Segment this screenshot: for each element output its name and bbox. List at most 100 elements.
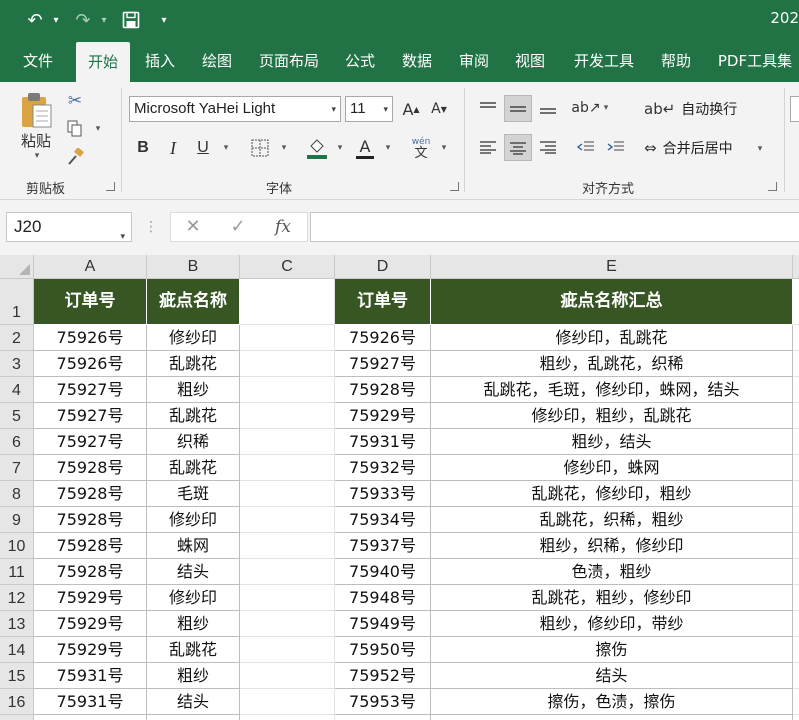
shrink-font-icon[interactable]: A ▼ xyxy=(428,97,450,121)
merge-dropdown-icon[interactable]: ▾ xyxy=(754,141,766,157)
row-header[interactable]: 4 xyxy=(0,377,34,403)
enter-icon[interactable]: ✓ xyxy=(225,212,251,242)
empty-cell[interactable] xyxy=(240,559,335,585)
order-no-cell[interactable]: 75926号 xyxy=(335,325,431,351)
empty-cell[interactable] xyxy=(240,689,335,715)
row-header[interactable]: 8 xyxy=(0,481,34,507)
fill-color-icon[interactable] xyxy=(304,134,330,162)
copy-dropdown-icon[interactable]: ▾ xyxy=(92,122,104,136)
order-no-cell[interactable]: 75937号 xyxy=(335,533,431,559)
defect-name-cell[interactable]: 修纱印 xyxy=(147,585,240,611)
empty-cell[interactable] xyxy=(793,279,799,325)
empty-cell[interactable] xyxy=(240,611,335,637)
order-no-cell[interactable]: 75929号 xyxy=(34,585,147,611)
row-header[interactable]: 10 xyxy=(0,533,34,559)
order-no-cell[interactable]: 75931号 xyxy=(335,429,431,455)
number-format-select[interactable] xyxy=(790,96,799,122)
defect-summary-cell[interactable]: 擦伤，色渍，擦伤 xyxy=(431,689,793,715)
order-no-cell[interactable]: 75926号 xyxy=(34,325,147,351)
order-no-cell[interactable]: 75948号 xyxy=(335,585,431,611)
row-header[interactable]: 9 xyxy=(0,507,34,533)
header-cell-defect-name[interactable]: 疵点名称 xyxy=(147,279,240,325)
increase-indent-icon[interactable] xyxy=(604,135,628,159)
defect-name-cell[interactable]: 粗纱 xyxy=(147,611,240,637)
empty-cell[interactable] xyxy=(240,481,335,507)
redo-icon[interactable]: ↷ xyxy=(70,8,96,32)
save-icon[interactable] xyxy=(118,8,144,32)
row-header[interactable]: 7 xyxy=(0,455,34,481)
order-no-cell[interactable]: 75940号 xyxy=(335,559,431,585)
row-header[interactable] xyxy=(0,715,34,720)
insert-function-icon[interactable]: fx xyxy=(268,212,298,242)
defect-summary-cell[interactable]: 修纱印，乱跳花 xyxy=(431,325,793,351)
order-no-cell[interactable]: 75929号 xyxy=(34,637,147,663)
tab-formulas[interactable]: 公式 xyxy=(338,40,382,82)
order-no-cell[interactable]: 75928号 xyxy=(34,533,147,559)
defect-summary-cell[interactable]: 粗纱，修纱印，带纱 xyxy=(431,611,793,637)
empty-cell[interactable] xyxy=(793,663,799,689)
empty-cell[interactable] xyxy=(240,637,335,663)
redo-dropdown-icon[interactable]: ▾ xyxy=(98,8,110,32)
order-no-cell[interactable]: 75929号 xyxy=(335,403,431,429)
defect-summary-cell[interactable]: 修纱印，粗纱，乱跳花 xyxy=(431,403,793,429)
defect-summary-cell[interactable]: 结头 xyxy=(431,663,793,689)
empty-cell[interactable] xyxy=(793,325,799,351)
row-header[interactable]: 13 xyxy=(0,611,34,637)
row-header[interactable]: 5 xyxy=(0,403,34,429)
empty-cell[interactable] xyxy=(793,637,799,663)
row-header[interactable]: 16 xyxy=(0,689,34,715)
tab-home[interactable]: 开始 xyxy=(76,42,130,82)
header-cell-order-no[interactable]: 订单号 xyxy=(335,279,431,325)
empty-cell[interactable] xyxy=(240,279,335,325)
defect-summary-cell[interactable]: 粗纱，结头 xyxy=(431,429,793,455)
empty-cell[interactable] xyxy=(793,377,799,403)
defect-summary-cell[interactable]: 乱跳花，织稀，粗纱 xyxy=(431,507,793,533)
tab-data[interactable]: 数据 xyxy=(395,40,439,82)
order-no-cell[interactable]: 75927号 xyxy=(34,429,147,455)
tab-view[interactable]: 视图 xyxy=(508,40,552,82)
order-no-cell[interactable]: 75949号 xyxy=(335,611,431,637)
defect-name-cell[interactable]: 乱跳花 xyxy=(147,637,240,663)
empty-cell[interactable] xyxy=(793,715,799,720)
merge-center-button[interactable]: ⇔ 合并后居中 xyxy=(644,137,733,159)
order-no-cell[interactable]: 75931号 xyxy=(34,689,147,715)
defect-name-cell[interactable]: 乱跳花 xyxy=(147,351,240,377)
clipboard-launcher-icon[interactable] xyxy=(106,182,115,191)
font-name-select[interactable]: Microsoft YaHei Light ▾ xyxy=(129,96,341,122)
empty-cell[interactable] xyxy=(240,377,335,403)
tab-file[interactable]: 文件 xyxy=(14,40,62,82)
undo-dropdown-icon[interactable]: ▾ xyxy=(50,8,62,32)
empty-cell[interactable] xyxy=(793,455,799,481)
empty-cell[interactable] xyxy=(240,351,335,377)
tab-draw[interactable]: 绘图 xyxy=(195,40,239,82)
empty-cell[interactable] xyxy=(240,403,335,429)
header-cell-defect-summary[interactable]: 疵点名称汇总 xyxy=(431,279,793,325)
underline-dropdown-icon[interactable]: ▾ xyxy=(220,140,232,156)
defect-summary-cell[interactable]: 粗纱，乱跳花，织稀 xyxy=(431,351,793,377)
font-size-dropdown-icon[interactable]: ▾ xyxy=(383,97,388,121)
order-no-cell[interactable]: 75928号 xyxy=(34,455,147,481)
empty-cell[interactable] xyxy=(240,585,335,611)
font-size-select[interactable]: 11 ▾ xyxy=(345,96,393,122)
empty-cell[interactable] xyxy=(793,403,799,429)
column-header-e[interactable]: E xyxy=(431,255,793,279)
empty-cell[interactable] xyxy=(240,507,335,533)
column-header-a[interactable]: A xyxy=(34,255,147,279)
row-header[interactable]: 3 xyxy=(0,351,34,377)
bold-button[interactable]: B xyxy=(132,136,154,160)
tab-pdf-tools[interactable]: PDF工具集 xyxy=(712,40,798,82)
empty-cell[interactable] xyxy=(793,481,799,507)
grow-font-icon[interactable]: A ▲ xyxy=(400,97,422,121)
order-no-cell[interactable]: 75934号 xyxy=(335,507,431,533)
order-no-cell[interactable]: 75953号 xyxy=(335,689,431,715)
defect-summary-cell[interactable]: 色渍，粗纱 xyxy=(431,559,793,585)
row-header[interactable]: 2 xyxy=(0,325,34,351)
empty-cell[interactable] xyxy=(793,507,799,533)
phonetic-dropdown-icon[interactable]: ▾ xyxy=(438,140,450,156)
tab-insert[interactable]: 插入 xyxy=(138,40,182,82)
order-no-cell[interactable]: 75928号 xyxy=(335,377,431,403)
wrap-text-button[interactable]: ab↵ 自动换行 xyxy=(644,98,737,120)
empty-cell[interactable] xyxy=(793,689,799,715)
empty-cell[interactable] xyxy=(793,351,799,377)
empty-cell[interactable] xyxy=(240,533,335,559)
